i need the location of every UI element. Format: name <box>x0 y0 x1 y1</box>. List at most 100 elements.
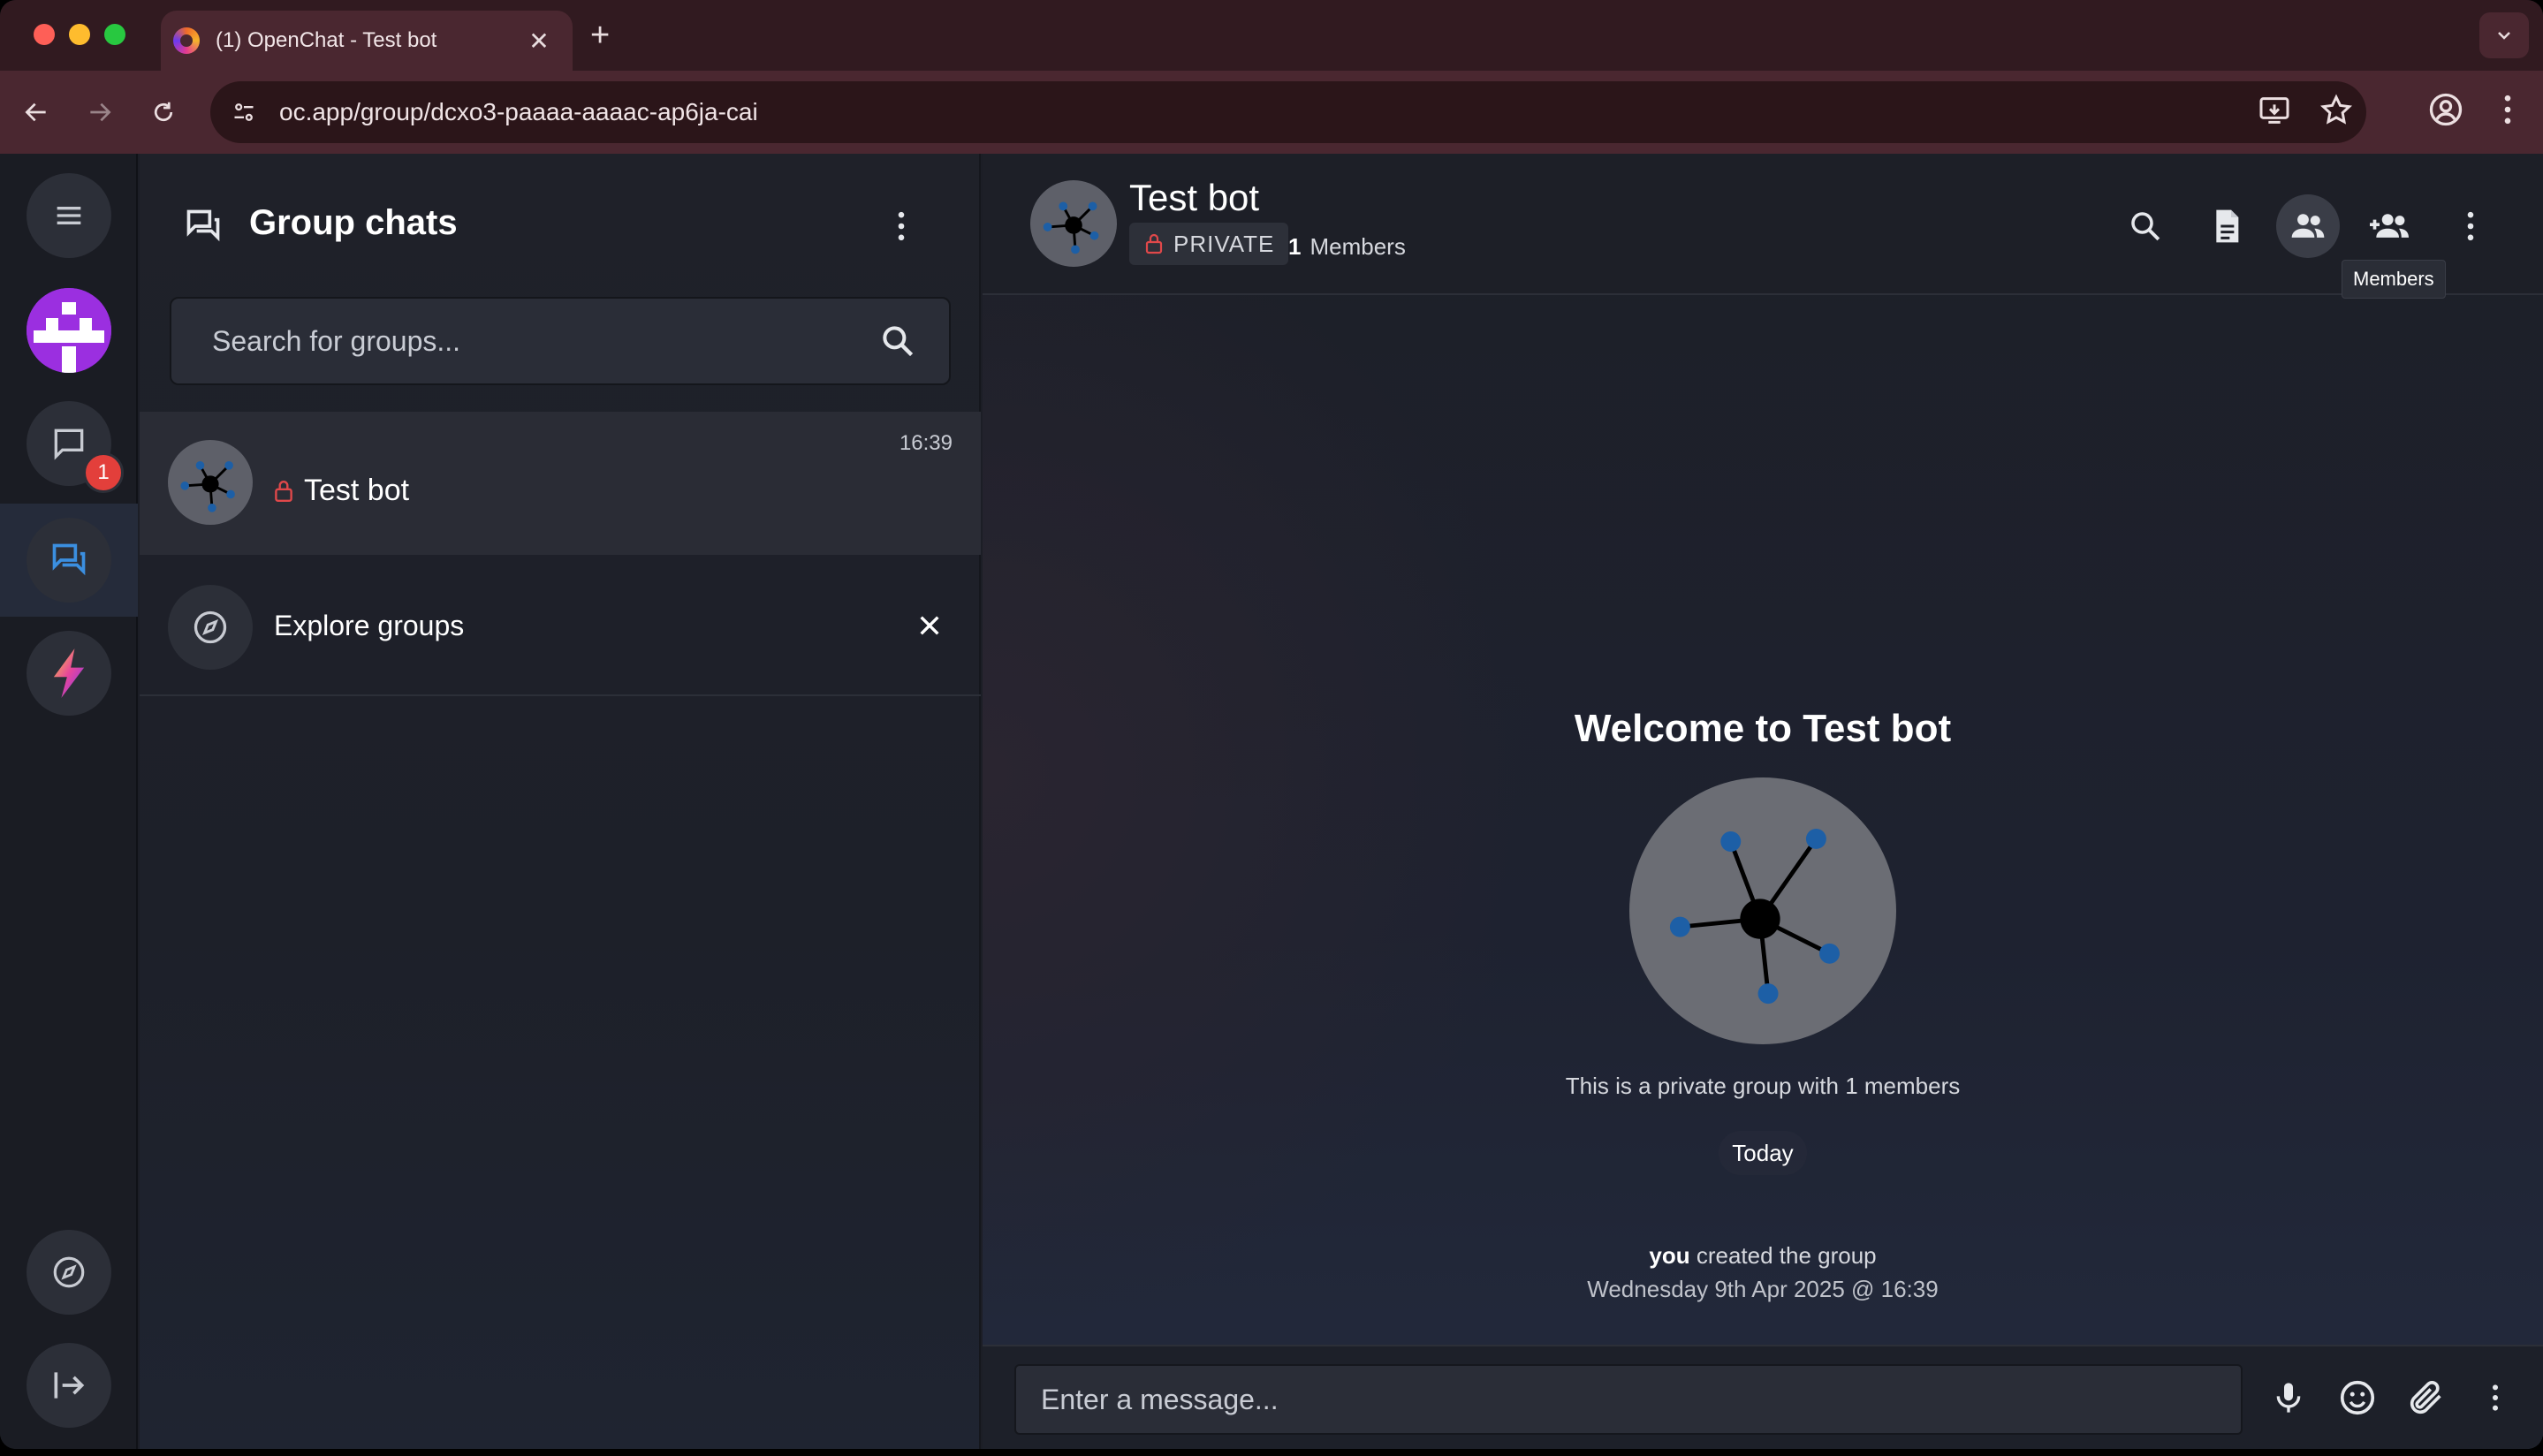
chat-list-item-test-bot[interactable]: Test bot 16:39 <box>140 412 981 555</box>
group-details-button[interactable] <box>2195 194 2258 258</box>
site-info-icon[interactable] <box>224 93 263 132</box>
group-search-input[interactable]: Search for groups... <box>170 297 951 385</box>
message-composer: Enter a message... <box>983 1345 2543 1449</box>
panel-more-icon[interactable] <box>882 207 921 246</box>
browser-tab[interactable]: (1) OpenChat - Test bot ✕ <box>161 11 573 71</box>
private-badge: PRIVATE <box>1129 223 1289 265</box>
communities-button[interactable] <box>27 631 111 716</box>
panel-header: Group chats <box>140 154 981 286</box>
more-vertical-icon <box>2493 1384 2498 1411</box>
explore-button[interactable] <box>27 1230 111 1315</box>
compass-icon <box>53 1256 85 1288</box>
network-hub-icon <box>1043 201 1099 254</box>
profile-icon[interactable] <box>2426 90 2465 129</box>
record-audio-button[interactable] <box>2267 1376 2310 1419</box>
unread-badge: 1 <box>83 452 124 493</box>
chat-header-avatar[interactable] <box>1030 180 1117 267</box>
bookmark-star-icon[interactable] <box>2319 93 2354 128</box>
window-controls <box>34 24 125 45</box>
install-app-icon[interactable] <box>2257 93 2292 128</box>
chat-more-button[interactable] <box>2439 194 2502 258</box>
reload-icon <box>154 102 173 122</box>
lock-icon <box>275 480 292 502</box>
browser-toolbar: oc.app/group/dcxo3-paaaa-aaaac-ap6ja-cai <box>0 71 2543 154</box>
people-icon <box>2291 214 2325 238</box>
chevron-down-icon <box>2498 32 2510 40</box>
group-created-event: you created the group <box>983 1242 2543 1270</box>
group-chats-icon <box>52 543 86 576</box>
more-vertical-icon <box>2467 211 2474 241</box>
forward-button[interactable] <box>78 90 122 134</box>
chat-name-text: Test bot <box>304 474 410 507</box>
panel-title: Group chats <box>249 203 458 242</box>
close-icon <box>920 616 939 635</box>
chat-title: Test bot <box>1129 177 1260 218</box>
document-icon <box>2216 209 2239 243</box>
welcome-group-avatar <box>1629 777 1896 1044</box>
attach-file-button[interactable] <box>2405 1376 2448 1419</box>
menu-button[interactable] <box>27 173 111 258</box>
tab-bar: (1) OpenChat - Test bot ✕ + <box>0 0 2543 71</box>
composer-actions <box>2267 1376 2516 1419</box>
microphone-icon <box>2276 1383 2301 1413</box>
members-button[interactable] <box>2276 194 2340 258</box>
url-text: oc.app/group/dcxo3-paaaa-aaaac-ap6ja-cai <box>279 98 758 125</box>
group-chats-icon <box>186 209 220 242</box>
logout-icon <box>54 1372 85 1399</box>
chat-header-actions <box>2114 194 2502 258</box>
chat-time: 16:39 <box>899 431 953 455</box>
tab-title: (1) OpenChat - Test bot <box>216 28 437 52</box>
minimize-window-button[interactable] <box>69 24 90 45</box>
paperclip-icon <box>2410 1381 2441 1414</box>
user-avatar[interactable] <box>27 288 111 373</box>
close-window-button[interactable] <box>34 24 55 45</box>
chat-main: Test bot PRIVATE 1 Members Members Welco… <box>983 154 2543 1449</box>
message-input[interactable]: Enter a message... <box>1014 1364 2243 1435</box>
event-text: created the group <box>1696 1242 1877 1269</box>
reload-button[interactable] <box>141 90 186 134</box>
search-icon <box>2131 212 2160 241</box>
invite-users-button[interactable] <box>2357 194 2421 258</box>
tab-close-icon[interactable]: ✕ <box>525 27 553 56</box>
dismiss-explore-button[interactable] <box>912 608 947 643</box>
members-tooltip: Members <box>2342 260 2446 299</box>
browser-window: (1) OpenChat - Test bot ✕ + oc.app/group… <box>0 0 2543 1449</box>
new-tab-button[interactable]: + <box>590 16 610 55</box>
event-actor: you <box>1649 1242 1690 1269</box>
emoji-smile-icon <box>2340 1380 2375 1415</box>
explore-groups-item[interactable]: Explore groups <box>140 557 981 696</box>
openchat-app: 1 Group chats Search for groups... Test … <box>0 154 2543 1449</box>
chat-header: Test bot PRIVATE 1 Members <box>983 154 2543 295</box>
explore-groups-icon-wrap <box>168 585 253 670</box>
network-hub-icon <box>1669 828 1840 1005</box>
logout-button[interactable] <box>27 1343 111 1428</box>
maximize-window-button[interactable] <box>104 24 125 45</box>
browser-menu-icon[interactable] <box>2488 90 2527 129</box>
chat-bubble-icon <box>54 428 84 460</box>
welcome-title: Welcome to Test bot <box>1574 707 1952 750</box>
chat-list-item-name: Test bot <box>272 474 409 508</box>
direct-chats-button[interactable]: 1 <box>27 401 124 493</box>
user-identicon-icon <box>27 288 111 373</box>
members-count-label: Members <box>1309 233 1406 260</box>
group-avatar <box>168 440 253 525</box>
arrow-left-icon <box>25 102 46 122</box>
lock-icon <box>1145 233 1163 254</box>
group-chats-panel: Group chats Search for groups... Test bo… <box>140 154 981 1449</box>
search-placeholder: Search for groups... <box>212 324 461 357</box>
search-messages-button[interactable] <box>2114 194 2177 258</box>
composer-more-button[interactable] <box>2474 1376 2516 1419</box>
explore-groups-label: Explore groups <box>274 610 465 641</box>
search-icon[interactable] <box>878 322 917 360</box>
arrow-right-icon <box>90 102 111 122</box>
members-count[interactable]: 1 Members <box>1288 233 1406 261</box>
date-divider: Today <box>1719 1131 1807 1175</box>
group-chats-button[interactable] <box>27 518 111 603</box>
back-button[interactable] <box>14 90 58 134</box>
emoji-button[interactable] <box>2336 1376 2379 1419</box>
tab-search-button[interactable] <box>2479 12 2529 58</box>
hamburger-menu-icon <box>57 207 81 224</box>
network-hub-icon <box>180 461 235 512</box>
event-timestamp: Wednesday 9th Apr 2025 @ 16:39 <box>1587 1276 1939 1302</box>
address-bar[interactable]: oc.app/group/dcxo3-paaaa-aaaac-ap6ja-cai <box>210 81 2366 143</box>
